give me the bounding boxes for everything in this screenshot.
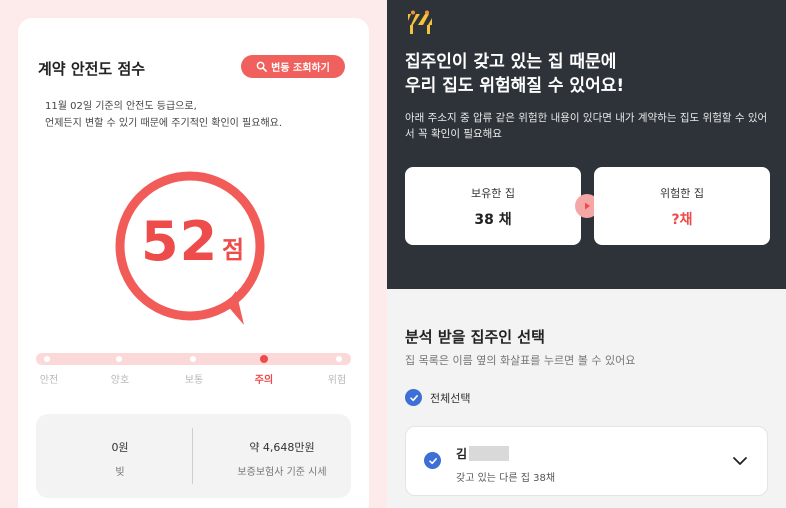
checkmark-icon [405,389,422,406]
safety-score-card: 계약 안전도 점수 변동 조회하기 11월 02일 기준의 안전도 등급으로, … [18,18,369,508]
owned-label: 보유한 집 [471,187,515,200]
level-dot [190,356,196,362]
select-all-label: 전체선택 [430,391,471,405]
level-track [36,353,351,365]
score-description: 11월 02일 기준의 안전도 등급으로, 언제든지 변할 수 있기 때문에 주… [45,98,282,132]
section-subtitle: 집 목록은 이름 옆의 화살표를 누르면 볼 수 있어요 [405,354,636,367]
search-icon [256,61,268,72]
owner-name-text: 김 [456,447,468,461]
owned-houses-box: 보유한 집 38 채 [405,167,581,245]
warning-banner: 집주인이 갖고 있는 집 때문에 우리 집도 위험해질 수 있어요! 아래 주소… [387,0,786,289]
description-line-2: 언제든지 변할 수 있기 때문에 주기적인 확인이 필요해요. [45,118,283,129]
score-value: 52 [141,210,219,273]
chevron-down-icon[interactable] [732,455,748,467]
level-dot [336,356,342,362]
view-history-label: 변동 조회하기 [271,63,330,74]
section-title: 분석 받을 집주인 선택 [405,328,545,346]
score-unit: 점 [222,236,245,264]
level-dot [44,356,50,362]
warning-subtext: 아래 주소지 중 압류 같은 위험한 내용이 있다면 내가 계약하는 집도 위험… [405,112,768,140]
debt-value: 0원 [111,441,129,454]
owner-checkbox[interactable] [424,452,441,469]
summary-box: 0원 빚 약 4,648만원 보증보험사 기준 시세 [36,414,351,498]
risky-label: 위험한 집 [660,187,704,200]
owned-value: 38 채 [474,212,512,228]
headline-line-2: 우리 집도 위험해질 수 있어요! [405,76,625,96]
redacted-name [469,446,510,461]
owner-name: 김 [456,445,510,462]
level-label-active: 주의 [254,375,274,386]
risky-value: ?채 [671,212,693,228]
risky-houses-box: 위험한 집 ?채 [594,167,770,245]
owner-item[interactable]: 김 갖고 있는 다른 집 38채 [405,426,768,496]
market-value: 약 4,648만원 [249,441,315,454]
headline-line-1: 집주인이 갖고 있는 집 때문에 [405,52,617,72]
level-label: 양호 [110,375,130,386]
market-label: 보증보험사 기준 시세 [237,467,327,478]
level-label: 위험 [327,375,347,386]
level-dot-active [260,355,268,363]
level-label: 보통 [184,375,204,386]
level-labels: 안전 양호 보통 주의 위험 [18,371,369,387]
description-line-1: 11월 02일 기준의 안전도 등급으로, [45,101,197,112]
card-title: 계약 안전도 점수 [38,60,146,78]
level-label: 안전 [39,375,59,386]
warning-headline: 집주인이 갖고 있는 집 때문에 우리 집도 위험해질 수 있어요! [405,50,624,98]
owner-house-count: 갖고 있는 다른 집 38채 [456,473,556,484]
debt-label: 빚 [115,467,125,478]
level-dot [116,356,122,362]
select-all-checkbox[interactable]: 전체선택 [405,389,470,406]
view-history-button[interactable]: 변동 조회하기 [241,55,345,78]
road-barrier-icon [408,10,432,34]
divider [192,428,193,484]
right-panel: 집주인이 갖고 있는 집 때문에 우리 집도 위험해질 수 있어요! 아래 주소… [387,0,786,508]
